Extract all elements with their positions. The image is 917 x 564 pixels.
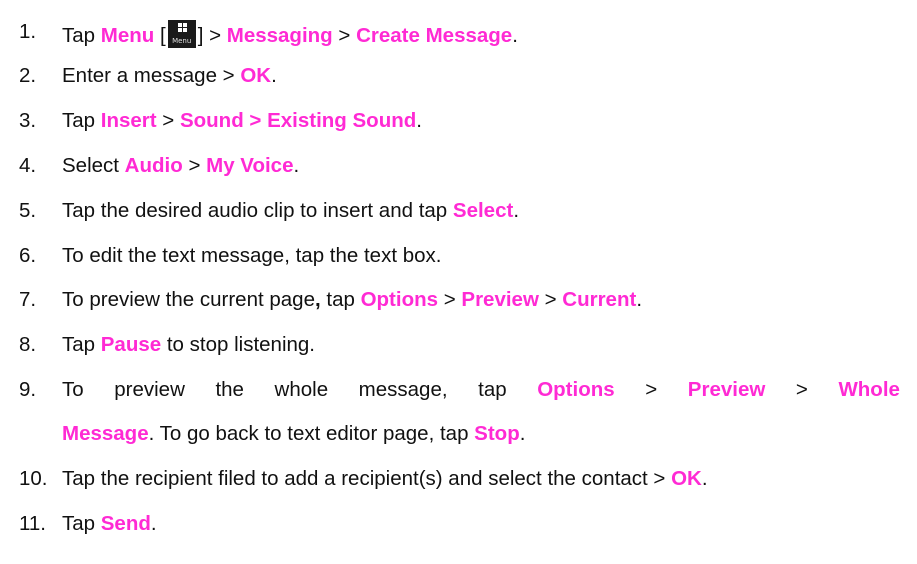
text: > — [156, 109, 180, 132]
text: . — [150, 512, 157, 535]
text: . — [513, 199, 520, 222]
step-text: Tap Insert > Sound > Existing Sound. — [62, 109, 422, 133]
highlight-message: Message — [62, 422, 149, 445]
highlight-stop: Stop — [474, 422, 520, 445]
step-text: Tap the desired audio clip to insert and… — [62, 199, 519, 223]
text: . — [701, 467, 708, 490]
highlight-insert: Insert — [100, 109, 157, 132]
text: > — [538, 288, 563, 311]
word: tap — [478, 378, 507, 401]
text: Tap the desired audio clip to insert and… — [62, 199, 453, 222]
highlight-preview: Preview — [461, 288, 539, 311]
step-text: Tap Send. — [62, 512, 157, 536]
text: Tap — [62, 24, 101, 47]
text: To edit the text message, tap the text b… — [62, 244, 442, 267]
text: . — [271, 64, 277, 87]
text: [ — [154, 24, 166, 47]
word: preview — [114, 378, 185, 401]
highlight-audio: Audio — [124, 154, 183, 177]
text: ] > — [197, 24, 227, 47]
text: Select — [62, 154, 125, 177]
highlight-messaging: Messaging — [226, 24, 333, 47]
highlight-current: Current — [562, 288, 637, 311]
word: whole — [274, 378, 329, 401]
word: the — [215, 378, 244, 401]
step-number: 1. — [19, 20, 37, 43]
highlight-options: Options — [360, 288, 439, 311]
text: > — [438, 288, 462, 311]
grid-glyph — [177, 23, 187, 32]
highlight-create-message: Create Message — [356, 24, 513, 47]
highlight-send: Send — [100, 512, 151, 535]
highlight-ok: OK — [671, 467, 702, 490]
highlight-whole: Whole — [838, 378, 900, 401]
step-number: 7. — [19, 288, 37, 311]
step-text: To edit the text message, tap the text b… — [62, 244, 441, 268]
text: Tap — [62, 333, 101, 356]
highlight-my-voice: My Voice — [206, 154, 294, 177]
text: . — [512, 24, 518, 47]
text: . To go back to text editor page, tap — [148, 422, 475, 445]
text: > — [182, 154, 207, 177]
text: > — [332, 24, 357, 47]
highlight-options: Options — [537, 378, 615, 401]
word: To — [62, 378, 84, 401]
text: tap — [320, 288, 361, 311]
text: . — [416, 109, 422, 132]
step-number: 10. — [19, 467, 48, 490]
highlight-select: Select — [452, 199, 514, 222]
step-text: Enter a message > OK. — [62, 64, 277, 88]
text: To preview the current page — [62, 288, 315, 311]
step-number: 6. — [19, 244, 37, 267]
highlight-preview: Preview — [687, 378, 766, 401]
text: to stop listening. — [161, 333, 315, 356]
step-text: Select Audio > My Voice. — [62, 154, 299, 178]
step-number: 2. — [19, 64, 37, 87]
highlight-pause: Pause — [100, 333, 162, 356]
step-number: 9. — [19, 378, 37, 401]
step-text: Tap the recipient filed to add a recipie… — [62, 467, 708, 491]
word: message, — [358, 378, 448, 401]
step-text: Tap Menu [Menu] > Messaging > Create Mes… — [62, 20, 518, 48]
text: . — [293, 154, 300, 177]
step-number: 3. — [19, 109, 37, 132]
highlight-ok: OK — [240, 64, 272, 87]
step-text-line-2: Message. To go back to text editor page,… — [62, 422, 525, 446]
step-text-line-1: To preview the whole message, tap Option… — [62, 378, 900, 402]
step-text: Tap Pause to stop listening. — [62, 333, 315, 357]
text: Tap — [62, 109, 101, 132]
text: Tap the recipient filed to add a recipie… — [62, 467, 672, 490]
text: . — [636, 288, 643, 311]
highlight-sound: Sound > Existing Sound — [179, 109, 417, 132]
text: . — [519, 422, 526, 445]
word: > — [795, 378, 808, 401]
step-number: 4. — [19, 154, 37, 177]
text: Enter a message > — [62, 64, 241, 87]
step-number: 11. — [19, 512, 46, 535]
step-text: To preview the current page, tap Options… — [62, 288, 642, 312]
text: Tap — [62, 512, 101, 535]
menu-icon-label: Menu — [172, 37, 192, 45]
step-number: 8. — [19, 333, 37, 356]
menu-grid-icon: Menu — [167, 20, 196, 48]
step-number: 5. — [19, 199, 37, 222]
word: > — [645, 378, 658, 401]
highlight-menu: Menu — [100, 24, 155, 47]
